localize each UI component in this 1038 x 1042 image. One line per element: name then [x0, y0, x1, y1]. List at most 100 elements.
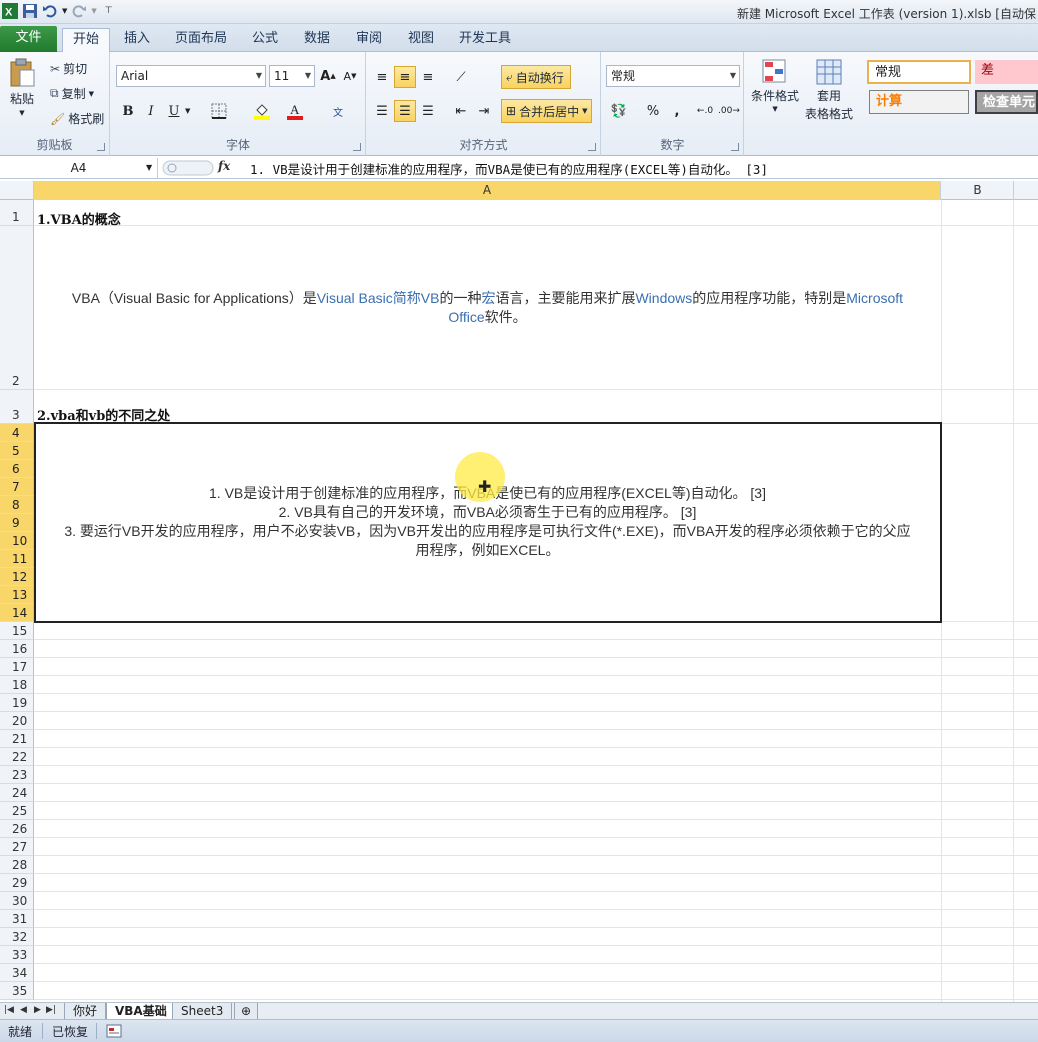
clipboard-launcher-icon[interactable]	[97, 143, 105, 151]
row-header[interactable]: 18	[0, 676, 34, 694]
prev-sheet-icon[interactable]: ◀	[20, 1005, 27, 1015]
next-sheet-icon[interactable]: ▶	[34, 1005, 41, 1015]
a2-link-vb[interactable]: Visual Basic简称VB	[317, 290, 440, 306]
align-right-button[interactable]: ☰	[417, 100, 439, 122]
increase-decimal-button[interactable]: ←.0	[694, 100, 716, 122]
align-top-button[interactable]: ≡	[371, 66, 393, 88]
merge-center-button[interactable]: ⊞ 合并后居中 ▼	[501, 99, 593, 123]
first-sheet-icon[interactable]: |◀	[4, 1005, 14, 1015]
bold-button[interactable]: B	[117, 100, 139, 122]
sheet-tab-1[interactable]: 你好	[64, 1003, 107, 1020]
tab-formulas[interactable]: 公式	[246, 28, 284, 52]
comma-button[interactable]: ,	[666, 100, 688, 122]
row-header[interactable]: 26	[0, 820, 34, 838]
insert-function-button[interactable]: fx	[218, 159, 230, 173]
tab-home[interactable]: 开始	[62, 28, 110, 52]
row-header[interactable]: 8	[0, 496, 34, 514]
fill-color-button[interactable]	[251, 100, 273, 122]
font-launcher-icon[interactable]	[353, 143, 361, 151]
row-header[interactable]: 22	[0, 748, 34, 766]
format-painter-button[interactable]: 🖌 格式刷	[50, 110, 104, 127]
row-header[interactable]: 12	[0, 568, 34, 586]
align-left-button[interactable]: ☰	[371, 100, 393, 122]
decrease-indent-button[interactable]: ⇤	[450, 100, 472, 122]
row-header[interactable]: 5	[0, 442, 34, 460]
copy-button[interactable]: ⧉ 复制 ▼	[50, 85, 94, 102]
increase-indent-button[interactable]: ⇥	[473, 100, 495, 122]
style-calculation[interactable]: 计算	[869, 90, 969, 114]
row-header[interactable]: 3	[0, 390, 34, 424]
row-header[interactable]: 15	[0, 622, 34, 640]
tab-page-layout[interactable]: 页面布局	[170, 28, 232, 52]
font-name-select[interactable]: Arial ▼	[116, 65, 266, 87]
row-header[interactable]: 32	[0, 928, 34, 946]
row-header[interactable]: 25	[0, 802, 34, 820]
sheet-tab-3[interactable]: Sheet3	[172, 1003, 233, 1020]
paste-button[interactable]: 粘贴 ▼	[8, 58, 36, 117]
row-header[interactable]: 34	[0, 964, 34, 982]
tab-insert[interactable]: 插入	[118, 28, 156, 52]
align-center-button[interactable]: ☰	[394, 100, 416, 122]
underline-button[interactable]: U	[163, 100, 185, 122]
row-header[interactable]: 6	[0, 460, 34, 478]
font-size-select[interactable]: 11 ▼	[269, 65, 315, 87]
row-header[interactable]: 21	[0, 730, 34, 748]
row-header[interactable]: 10	[0, 532, 34, 550]
tab-review[interactable]: 审阅	[350, 28, 388, 52]
row-header[interactable]: 4	[0, 424, 34, 442]
row-header[interactable]: 33	[0, 946, 34, 964]
row-header[interactable]: 28	[0, 856, 34, 874]
row-header[interactable]: 27	[0, 838, 34, 856]
tab-view[interactable]: 视图	[402, 28, 440, 52]
italic-button[interactable]: I	[140, 100, 162, 122]
wrap-text-button[interactable]: ⤶ 自动换行	[501, 65, 571, 89]
conditional-format-button[interactable]: 条件格式 ▼	[751, 58, 799, 113]
a2-link-macro[interactable]: 宏	[481, 290, 495, 306]
number-format-select[interactable]: 常规 ▼	[606, 65, 740, 87]
redo-dropdown-icon[interactable]: ▼	[91, 7, 96, 15]
chevron-down-icon[interactable]: ▼	[146, 158, 152, 178]
row-header[interactable]: 17	[0, 658, 34, 676]
a2-link-office[interactable]: Office	[448, 309, 484, 325]
row-header[interactable]: 30	[0, 892, 34, 910]
underline-dropdown-icon[interactable]: ▼	[185, 107, 190, 115]
undo-icon[interactable]	[42, 3, 58, 19]
tab-data[interactable]: 数据	[298, 28, 336, 52]
sheet-tab-2[interactable]: VBA基础	[106, 1003, 176, 1020]
row-header[interactable]: 16	[0, 640, 34, 658]
row-header[interactable]: 19	[0, 694, 34, 712]
row-header[interactable]: 2	[0, 226, 34, 390]
phonetic-button[interactable]: 文	[327, 100, 349, 122]
row-header[interactable]: 29	[0, 874, 34, 892]
row-header[interactable]: 13	[0, 586, 34, 604]
formula-bar-splitter-icon[interactable]	[162, 160, 214, 176]
row-header[interactable]: 1	[0, 200, 34, 226]
decrease-decimal-button[interactable]: .00→	[718, 100, 740, 122]
align-middle-button[interactable]: ≡	[394, 66, 416, 88]
row-header[interactable]: 31	[0, 910, 34, 928]
alignment-launcher-icon[interactable]	[588, 143, 596, 151]
row-header[interactable]: 11	[0, 550, 34, 568]
row-header[interactable]: 7	[0, 478, 34, 496]
column-header-b[interactable]: B	[942, 181, 1014, 200]
style-bad[interactable]: 差	[975, 60, 1038, 84]
customize-qat-icon[interactable]: ⊤	[105, 6, 113, 16]
percent-button[interactable]: %	[642, 100, 664, 122]
row-header[interactable]: 24	[0, 784, 34, 802]
shrink-font-button[interactable]: A ▼	[339, 65, 361, 87]
number-launcher-icon[interactable]	[731, 143, 739, 151]
row-header[interactable]: 14	[0, 604, 34, 622]
cell-a1[interactable]: 1.VBA的概念	[37, 209, 121, 228]
tab-file[interactable]: 文件	[0, 26, 57, 52]
name-box[interactable]: A4	[0, 158, 158, 178]
currency-button[interactable]: 💱	[608, 100, 630, 122]
font-color-button[interactable]: A	[284, 100, 306, 122]
column-header-a[interactable]: A	[34, 181, 941, 200]
save-icon[interactable]	[22, 3, 38, 19]
borders-button[interactable]	[208, 100, 230, 122]
tab-developer[interactable]: 开发工具	[454, 28, 516, 52]
select-all-corner[interactable]	[0, 181, 34, 200]
undo-dropdown-icon[interactable]: ▼	[62, 7, 67, 15]
cell-a2[interactable]: VBA（Visual Basic for Applications）是Visua…	[34, 289, 941, 327]
a2-link-microsoft[interactable]: Microsoft	[846, 290, 903, 306]
